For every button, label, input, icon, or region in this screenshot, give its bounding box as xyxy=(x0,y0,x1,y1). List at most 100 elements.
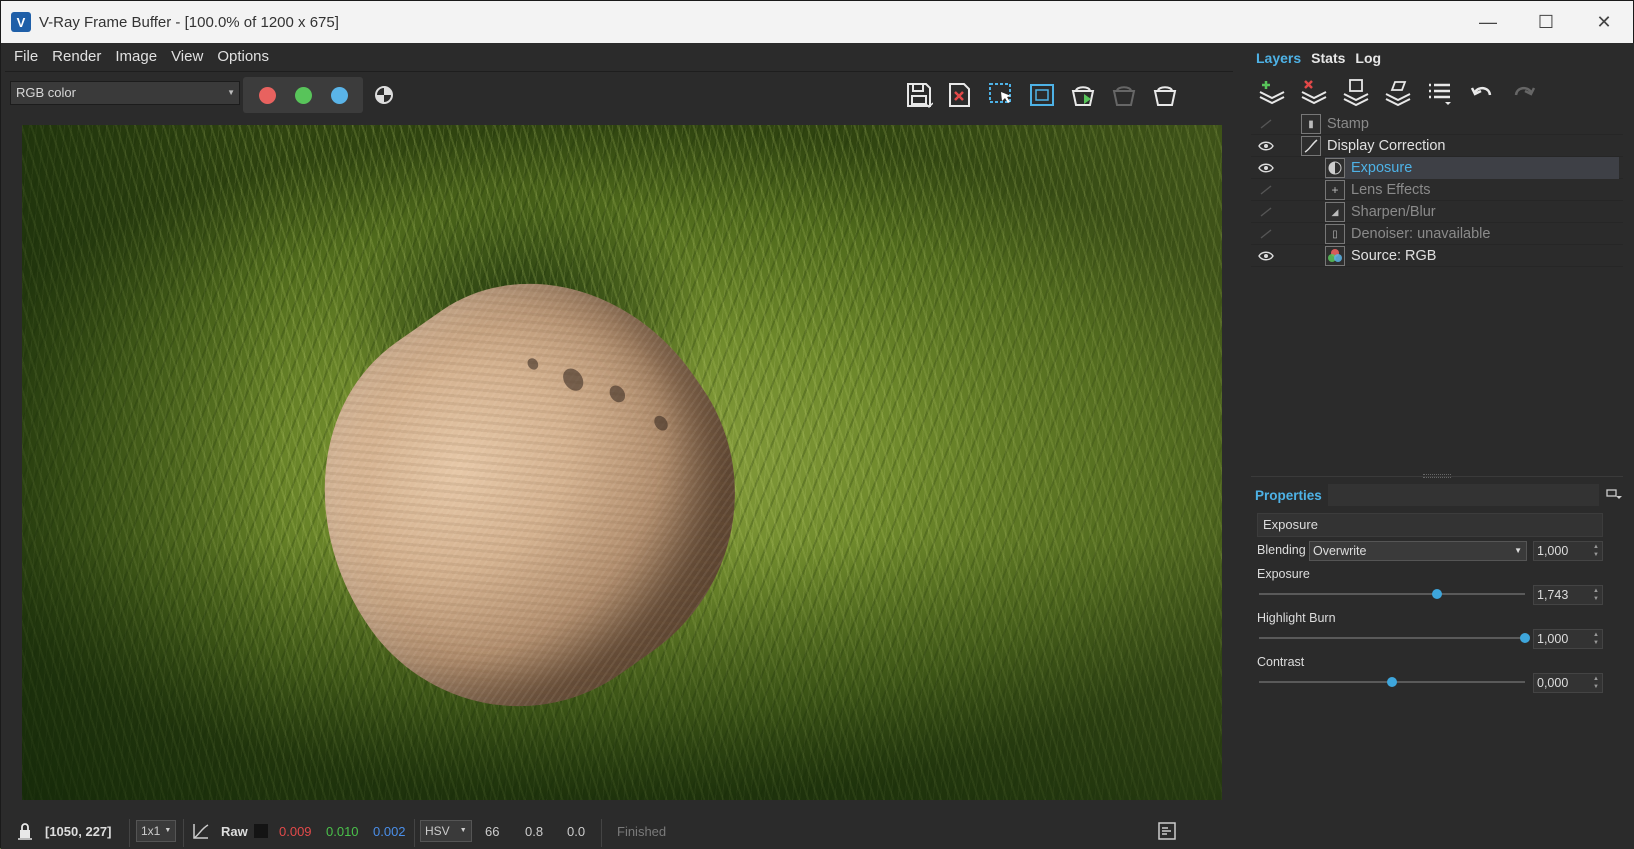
color-swatch xyxy=(254,824,268,838)
track-mouse-icon[interactable] xyxy=(1026,79,1058,111)
close-button[interactable]: ✕ xyxy=(1575,1,1633,43)
layer-row[interactable]: ▯ Denoiser: unavailable xyxy=(1251,223,1623,245)
spinner-icon[interactable]: ▲ ▼ xyxy=(1593,587,1599,603)
eye-hidden-icon[interactable] xyxy=(1255,201,1277,223)
render-viewport[interactable] xyxy=(22,125,1222,800)
tab-layers[interactable]: Layers xyxy=(1251,43,1306,73)
exposure-slider[interactable] xyxy=(1259,587,1525,601)
blending-mode-select[interactable]: Overwrite ▼ xyxy=(1309,541,1527,561)
layer-label-wrap: Exposure xyxy=(1325,157,1619,179)
channel-select[interactable]: RGB color ▼ xyxy=(10,81,240,105)
chevron-down-icon: ▼ xyxy=(1514,546,1522,555)
source-rgb-icon xyxy=(1325,246,1345,266)
rgb-channel-toggles xyxy=(243,77,363,113)
layer-row[interactable]: ◢ Sharpen/Blur xyxy=(1251,201,1623,223)
color-mode-select[interactable]: HSV ▼ xyxy=(420,820,472,842)
spinner-icon[interactable]: ▲ ▼ xyxy=(1593,543,1599,559)
eye-icon[interactable] xyxy=(1255,245,1277,267)
color-mode-select-wrap: HSV ▼ xyxy=(420,813,472,849)
layer-row[interactable]: ▮ Stamp xyxy=(1251,113,1623,135)
menu-bar: File Render Image View Options xyxy=(1,43,276,71)
properties-menu-icon[interactable] xyxy=(1605,488,1623,502)
contrast-field[interactable]: 0,000 ▲ ▼ xyxy=(1533,673,1603,693)
monochrome-toggle-icon[interactable] xyxy=(375,86,393,104)
contrast-slider[interactable] xyxy=(1259,675,1525,689)
exposure-field[interactable]: 1,743 ▲ ▼ xyxy=(1533,585,1603,605)
undo-icon[interactable] xyxy=(1467,78,1497,108)
layer-list-icon[interactable] xyxy=(1425,78,1455,108)
red-channel-button[interactable] xyxy=(258,86,276,104)
layer-toolbar xyxy=(1257,76,1539,110)
blending-amount-field[interactable]: 1,000 ▲ ▼ xyxy=(1533,541,1603,561)
slider-thumb[interactable] xyxy=(1432,589,1443,599)
lock-icon[interactable] xyxy=(15,813,35,849)
layer-label-wrap: Display Correction xyxy=(1301,135,1619,157)
slider-thumb[interactable] xyxy=(1520,633,1530,643)
minimize-button[interactable]: — xyxy=(1459,1,1517,43)
layer-row[interactable]: Exposure xyxy=(1251,157,1623,179)
eye-hidden-icon[interactable] xyxy=(1255,113,1277,135)
menu-view[interactable]: View xyxy=(164,43,210,71)
image-pane: File Render Image View Options RGB color… xyxy=(1,43,1241,849)
layer-label-wrap: ▮ Stamp xyxy=(1301,113,1619,135)
save-layers-icon[interactable] xyxy=(1341,78,1371,108)
eye-hidden-icon[interactable] xyxy=(1255,179,1277,201)
highlight-burn-field[interactable]: 1,000 ▲ ▼ xyxy=(1533,629,1603,649)
eye-icon[interactable] xyxy=(1255,135,1277,157)
layer-label: Exposure xyxy=(1351,160,1413,176)
menu-options[interactable]: Options xyxy=(210,43,276,71)
window-title: V-Ray Frame Buffer - [100.0% of 1200 x 6… xyxy=(39,13,339,31)
green-value: 0.010 xyxy=(326,823,359,839)
status-separator xyxy=(129,819,130,847)
value-value: 0.0 xyxy=(567,823,586,839)
zoom-select[interactable]: 1x1 ▼ xyxy=(136,820,177,842)
layer-list: ▮ Stamp Display Correction Exposure + Lens Ef… xyxy=(1251,113,1623,267)
highlight-burn-value: 1,000 xyxy=(1537,632,1569,646)
layer-label-wrap: ◢ Sharpen/Blur xyxy=(1325,201,1619,223)
red-value: 0.009 xyxy=(279,823,312,839)
menu-render[interactable]: Render xyxy=(45,43,108,71)
layer-label-wrap: Source: RGB xyxy=(1325,245,1619,267)
history-panel-icon[interactable] xyxy=(1157,813,1177,849)
saturation-value: 0.8 xyxy=(525,823,544,839)
spinner-icon[interactable]: ▲ ▼ xyxy=(1593,631,1599,647)
region-render-icon[interactable] xyxy=(985,79,1017,111)
eye-hidden-icon[interactable] xyxy=(1255,223,1277,245)
save-image-icon[interactable] xyxy=(903,79,935,111)
layer-label: Source: RGB xyxy=(1351,248,1437,264)
maximize-button[interactable]: ☐ xyxy=(1517,1,1575,43)
layer-row[interactable]: Source: RGB xyxy=(1251,245,1623,267)
stop-render-icon[interactable] xyxy=(1149,79,1181,111)
status-separator xyxy=(601,819,602,847)
color-swatch-wrap xyxy=(254,813,268,849)
spinner-icon[interactable]: ▲ ▼ xyxy=(1593,675,1599,691)
slider-track xyxy=(1259,637,1525,639)
menu-file[interactable]: File xyxy=(7,43,45,71)
layer-row[interactable]: Display Correction xyxy=(1251,135,1623,157)
add-layer-icon[interactable] xyxy=(1257,78,1287,108)
layer-label-wrap: + Lens Effects xyxy=(1325,179,1619,201)
layer-row[interactable]: + Lens Effects xyxy=(1251,179,1623,201)
eye-icon[interactable] xyxy=(1255,157,1277,179)
tab-stats[interactable]: Stats xyxy=(1306,43,1350,73)
render-status: Finished xyxy=(617,823,667,839)
render-last-icon[interactable] xyxy=(1067,79,1099,111)
load-layers-icon[interactable] xyxy=(1383,78,1413,108)
redo-icon[interactable] xyxy=(1509,78,1539,108)
layer-label: Denoiser: unavailable xyxy=(1351,226,1491,242)
vray-logo-icon: V xyxy=(11,12,31,32)
highlight-burn-slider[interactable] xyxy=(1259,631,1530,645)
slider-thumb[interactable] xyxy=(1387,677,1397,687)
curve-icon[interactable] xyxy=(191,813,211,849)
blue-channel-button[interactable] xyxy=(330,86,348,104)
layer-name-field[interactable]: Exposure xyxy=(1257,513,1603,537)
channel-select-value: RGB color xyxy=(16,85,76,100)
green-channel-button[interactable] xyxy=(294,86,312,104)
interactive-render-icon[interactable] xyxy=(1108,79,1140,111)
delete-layer-icon[interactable] xyxy=(1299,78,1329,108)
blue-value: 0.002 xyxy=(373,823,406,839)
tab-log[interactable]: Log xyxy=(1350,43,1386,73)
zoom-select-value: 1x1 xyxy=(141,824,161,838)
clear-image-icon[interactable] xyxy=(944,79,976,111)
menu-image[interactable]: Image xyxy=(108,43,164,71)
